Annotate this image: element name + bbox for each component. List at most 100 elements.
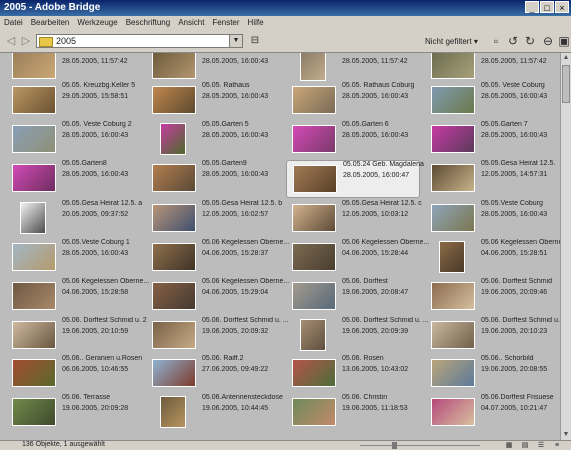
view-details-icon[interactable]: ☰: [536, 441, 546, 450]
thumbnail-item[interactable]: 05.05. Veste Coburg 2 28.05.2005, 16:00:4…: [6, 121, 138, 157]
menu-fenster[interactable]: Fenster: [212, 18, 239, 27]
photo-thumbnail[interactable]: [152, 204, 196, 232]
photo-thumbnail[interactable]: [12, 398, 56, 426]
thumbnail-item[interactable]: 05.06 Kegelessen Oberne... 04.06.2005, 15…: [286, 239, 429, 275]
maximize-button[interactable]: □: [540, 1, 554, 13]
thumbnail-item[interactable]: 28.05.2005, 11:57:42: [425, 53, 557, 83]
menu-bearbeiten[interactable]: Bearbeiten: [31, 18, 70, 27]
thumbnail-item[interactable]: 28.05.2005, 11:57:42: [286, 53, 418, 83]
window-icon[interactable]: ▣: [556, 33, 571, 49]
photo-thumbnail[interactable]: [20, 202, 46, 234]
thumbnail-item[interactable]: 05.06.. Schorbild 19.06.2005, 20:08:55: [425, 355, 557, 391]
thumbnail-item[interactable]: 28.05.2005, 11:57:42: [6, 53, 138, 83]
vertical-scrollbar[interactable]: ▲ ▼: [560, 53, 571, 440]
photo-thumbnail[interactable]: [292, 243, 336, 271]
close-button[interactable]: ×: [555, 1, 569, 13]
menu-werkzeuge[interactable]: Werkzeuge: [77, 18, 117, 27]
photo-thumbnail[interactable]: [152, 86, 196, 114]
photo-thumbnail[interactable]: [160, 123, 186, 155]
thumbnail-item[interactable]: 05.05.Garten 7 28.05.2005, 16:00:43: [425, 121, 557, 157]
photo-thumbnail[interactable]: [431, 282, 475, 310]
photo-thumbnail[interactable]: [431, 398, 475, 426]
photo-thumbnail[interactable]: [292, 398, 336, 426]
thumbnail-item[interactable]: 05.06. Rosen 13.06.2005, 10:43:02: [286, 355, 418, 391]
thumbnail-item[interactable]: 05.05.Garten9 28.05.2005, 16:00:43: [146, 160, 278, 196]
thumbnail-grid[interactable]: 28.05.2005, 11:57:42 28.05.2005, 16:00:43…: [0, 53, 560, 440]
scroll-up-icon[interactable]: ▲: [561, 53, 571, 63]
photo-thumbnail[interactable]: [12, 359, 56, 387]
camera-icon[interactable]: ▫: [488, 33, 504, 49]
photo-thumbnail[interactable]: [12, 125, 56, 153]
thumbnail-item[interactable]: 28.05.2005, 16:00:43: [146, 53, 278, 83]
menu-datei[interactable]: Datei: [4, 18, 23, 27]
thumbnail-item[interactable]: 05.05. Veste Coburg 28.05.2005, 16:00:43: [425, 82, 557, 118]
thumbnail-item[interactable]: 05.06 Kegelessen Oberne... 04.06.2005, 15…: [6, 278, 149, 314]
photo-thumbnail[interactable]: [12, 86, 56, 114]
photo-thumbnail[interactable]: [12, 243, 56, 271]
thumbnail-item[interactable]: 05.06 Kegelessen Oberne... 04.06.2005, 15…: [146, 278, 289, 314]
thumbnail-item[interactable]: 05.06.Antennensteckdose 19.06.2005, 10:44…: [146, 394, 283, 430]
thumbnail-item[interactable]: 05.06. Raiff.2 27.06.2005, 09:49:22: [146, 355, 278, 391]
thumbnail-item[interactable]: 05.06 Kegelessen Oberne... 04.06.2005, 15…: [146, 239, 289, 275]
thumbnail-item[interactable]: 05.05. Rathaus Coburg 28.05.2005, 16:00:4…: [286, 82, 418, 118]
photo-thumbnail[interactable]: [431, 86, 475, 114]
photo-thumbnail[interactable]: [431, 164, 475, 192]
photo-thumbnail[interactable]: [431, 204, 475, 232]
rotate-left-icon[interactable]: ↺: [505, 33, 521, 49]
thumbnail-item[interactable]: 05.06. Dorffest Schmid u. ... 19.06.2005,…: [286, 317, 429, 353]
thumbnail-size-slider[interactable]: [360, 445, 480, 446]
thumbnail-item[interactable]: 05.06. Dorffest 19.06.2005, 20:08:47: [286, 278, 418, 314]
path-dropdown[interactable]: 2005 ▼: [36, 34, 243, 48]
photo-thumbnail[interactable]: [293, 165, 337, 193]
scroll-down-icon[interactable]: ▼: [561, 430, 571, 440]
trash-icon[interactable]: ⊖: [540, 33, 556, 49]
photo-thumbnail[interactable]: [300, 319, 326, 351]
thumbnail-item[interactable]: 05.06 Kegelessen Oberne... 04.06.2005, 15…: [425, 239, 560, 275]
menu-ansicht[interactable]: Ansicht: [178, 18, 204, 27]
thumbnail-item[interactable]: 05.05. Rathaus 28.05.2005, 16:00:43: [146, 82, 278, 118]
view-list-icon[interactable]: ≡: [552, 441, 562, 450]
thumbnail-item[interactable]: 05.05.Gesa Heirat 12.5. b 12.05.2005, 16:…: [146, 200, 282, 236]
photo-thumbnail[interactable]: [431, 125, 475, 153]
thumbnail-item[interactable]: 05.06.. Geranien u.Rosen 06.06.2005, 10:4…: [6, 355, 142, 391]
thumbnail-item[interactable]: 05.05.Veste Coburg 28.05.2005, 16:00:43: [425, 200, 557, 236]
back-button[interactable]: ◁: [4, 34, 18, 48]
photo-thumbnail[interactable]: [12, 164, 56, 192]
menu-hilfe[interactable]: Hilfe: [248, 18, 264, 27]
slider-knob[interactable]: [392, 442, 397, 449]
photo-thumbnail[interactable]: [152, 359, 196, 387]
thumbnail-item[interactable]: 05.05.Gesa Heirat 12.5. 12.05.2005, 14:57…: [425, 160, 557, 196]
forward-button[interactable]: ▷: [19, 34, 33, 48]
thumbnail-item[interactable]: 05.06. Terrasse 19.06.2005, 20:09:28: [6, 394, 138, 430]
photo-thumbnail[interactable]: [160, 396, 186, 428]
thumbnail-item[interactable]: 05.05.24 Geb. Magdalena 28.05.2005, 16:00…: [286, 160, 424, 198]
view-filmstrip-icon[interactable]: ▤: [520, 441, 530, 450]
photo-thumbnail[interactable]: [12, 282, 56, 310]
photo-thumbnail[interactable]: [292, 204, 336, 232]
filter-dropdown[interactable]: Nicht gefiltert ▾: [425, 37, 478, 46]
view-thumbnails-icon[interactable]: ▦: [504, 441, 514, 450]
photo-thumbnail[interactable]: [152, 282, 196, 310]
menu-beschriftung[interactable]: Beschriftung: [126, 18, 170, 27]
thumbnail-item[interactable]: 05.06. Dorffest Schmid 19.06.2005, 20:09:…: [425, 278, 557, 314]
photo-thumbnail[interactable]: [292, 86, 336, 114]
photo-thumbnail[interactable]: [12, 321, 56, 349]
thumbnail-item[interactable]: 05.06. Dorffest Schmid u. ... 19.06.2005,…: [146, 317, 289, 353]
thumbnail-item[interactable]: 05.05.Gesa Heirat 12.5. c 12.05.2005, 10:…: [286, 200, 422, 236]
thumbnail-item[interactable]: 05.05.Garten 6 28.05.2005, 16:00:43: [286, 121, 418, 157]
thumbnail-item[interactable]: 05.06.Dorffest Frisuese 04.07.2005, 10:21…: [425, 394, 557, 430]
thumbnail-item[interactable]: 05.06. Dorffest Schmid u. 2 19.06.2005, 2…: [6, 317, 147, 353]
photo-thumbnail[interactable]: [431, 53, 475, 79]
thumbnail-item[interactable]: 05.05.Veste Coburg 1 28.05.2005, 16:00:43: [6, 239, 138, 275]
thumbnail-item[interactable]: 05.05.Garten8 28.05.2005, 16:00:43: [6, 160, 138, 196]
photo-thumbnail[interactable]: [152, 53, 196, 79]
minimize-button[interactable]: _: [525, 1, 539, 13]
photo-thumbnail[interactable]: [292, 359, 336, 387]
photo-thumbnail[interactable]: [292, 282, 336, 310]
photo-thumbnail[interactable]: [152, 321, 196, 349]
photo-thumbnail[interactable]: [152, 243, 196, 271]
up-folder-icon[interactable]: ⊟: [247, 33, 263, 49]
scroll-thumb[interactable]: [562, 65, 570, 103]
thumbnail-item[interactable]: 05.05.Gesa Heirat 12.5. a 20.05.2005, 09:…: [6, 200, 142, 236]
photo-thumbnail[interactable]: [292, 125, 336, 153]
